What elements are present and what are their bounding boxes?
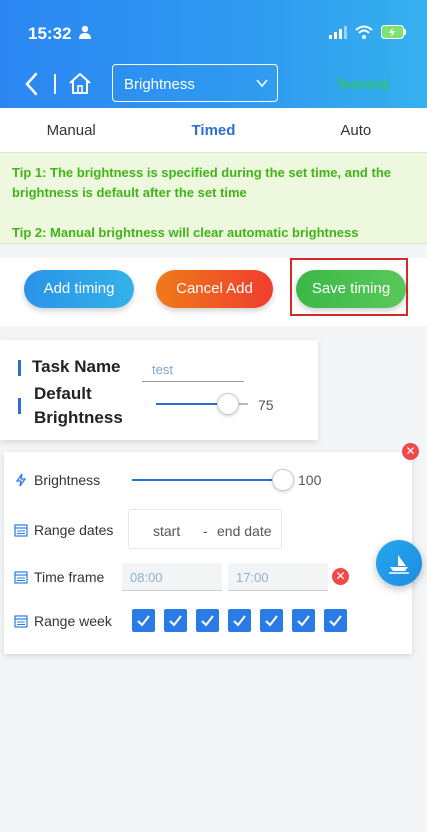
range-week-label: Range week bbox=[34, 613, 112, 629]
tab-auto[interactable]: Auto bbox=[285, 108, 427, 152]
calendar-icon bbox=[14, 571, 28, 584]
mode-select-value: Brightness bbox=[124, 76, 195, 93]
brightness-slider-thumb[interactable] bbox=[272, 469, 294, 491]
tab-timed[interactable]: Timed bbox=[142, 108, 284, 152]
range-dates-label: Range dates bbox=[34, 522, 114, 538]
checkmark-icon bbox=[265, 615, 278, 627]
mode-select[interactable]: Brightness bbox=[112, 64, 278, 102]
default-brightness-label-line2: Brightness bbox=[34, 408, 123, 427]
status-time: 15:32 bbox=[28, 24, 72, 43]
mode-tabs: Manual Timed Auto bbox=[0, 108, 427, 152]
person-icon bbox=[79, 25, 91, 39]
calendar-icon bbox=[14, 524, 28, 537]
lightning-icon bbox=[15, 473, 27, 487]
default-brightness-marker bbox=[18, 398, 21, 414]
checkmark-icon bbox=[233, 615, 246, 627]
signal-icon bbox=[329, 26, 347, 39]
week-day-checkbox[interactable] bbox=[228, 609, 251, 632]
home-icon[interactable] bbox=[66, 70, 94, 98]
save-timing-button[interactable]: Save timing bbox=[296, 270, 406, 308]
checkmark-icon bbox=[137, 615, 150, 627]
default-brightness-label-line1: Default bbox=[34, 384, 92, 403]
chevron-down-icon bbox=[256, 79, 268, 88]
tab-manual[interactable]: Manual bbox=[0, 108, 142, 152]
floating-action-button[interactable] bbox=[376, 540, 422, 586]
start-date-field[interactable]: start bbox=[153, 523, 180, 539]
date-separator: - bbox=[203, 523, 208, 539]
tip-2: Tip 2: Manual brightness will clear auto… bbox=[12, 225, 359, 240]
week-day-checkbox[interactable] bbox=[260, 609, 283, 632]
task-name-marker bbox=[18, 360, 21, 376]
terminal-link[interactable]: Terminal bbox=[336, 76, 389, 92]
task-name-label: Task Name bbox=[32, 357, 121, 376]
action-bar: Add timing Cancel Add Save timing bbox=[0, 258, 427, 326]
tips-panel: Tip 1: The brightness is specified durin… bbox=[0, 152, 427, 244]
week-day-checkbox[interactable] bbox=[164, 609, 187, 632]
status-icons bbox=[329, 25, 407, 39]
remove-schedule-icon[interactable]: ✕ bbox=[402, 443, 419, 460]
calendar-icon bbox=[14, 615, 28, 628]
ship-icon bbox=[389, 555, 409, 574]
checkmark-icon bbox=[329, 615, 342, 627]
end-date-field[interactable]: end date bbox=[217, 523, 272, 539]
task-name-input[interactable]: test bbox=[142, 358, 244, 382]
brightness-slider-fill bbox=[132, 479, 280, 481]
brightness-value: 100 bbox=[298, 472, 322, 488]
time-frame-label: Time frame bbox=[34, 569, 105, 585]
app-header: 15:32 Brightness Terminal bbox=[0, 0, 427, 108]
battery-icon bbox=[381, 25, 406, 39]
cancel-add-button[interactable]: Cancel Add bbox=[156, 270, 273, 308]
schedule-card: ✕ Brightness 100 Range dates start - end… bbox=[4, 443, 419, 654]
checkmark-icon bbox=[297, 615, 310, 627]
nav-bar: Brightness Terminal bbox=[0, 62, 427, 106]
default-brightness-slider-thumb[interactable] bbox=[217, 393, 239, 415]
end-time-input[interactable]: 17:00 bbox=[228, 563, 328, 591]
status-bar: 15:32 bbox=[0, 0, 427, 62]
task-card: Task Name test Default Brightness 75 bbox=[0, 340, 318, 440]
date-range-picker[interactable]: start - end date bbox=[128, 509, 282, 549]
add-timing-button[interactable]: Add timing bbox=[24, 270, 134, 308]
nav-divider bbox=[54, 74, 56, 94]
checkmark-icon bbox=[201, 615, 214, 627]
week-day-checkbox[interactable] bbox=[292, 609, 315, 632]
week-day-checkbox[interactable] bbox=[132, 609, 155, 632]
default-brightness-value: 75 bbox=[258, 397, 274, 413]
wifi-icon bbox=[355, 25, 373, 39]
tip-1: Tip 1: The brightness is specified durin… bbox=[12, 165, 391, 200]
brightness-label: Brightness bbox=[34, 472, 101, 488]
back-icon[interactable] bbox=[20, 70, 44, 98]
week-day-checkbox[interactable] bbox=[324, 609, 347, 632]
default-brightness-slider-fill bbox=[156, 403, 226, 405]
checkmark-icon bbox=[169, 615, 182, 627]
week-day-checkbox[interactable] bbox=[196, 609, 219, 632]
start-time-input[interactable]: 08:00 bbox=[122, 563, 222, 591]
clear-time-icon[interactable]: ✕ bbox=[332, 568, 349, 585]
